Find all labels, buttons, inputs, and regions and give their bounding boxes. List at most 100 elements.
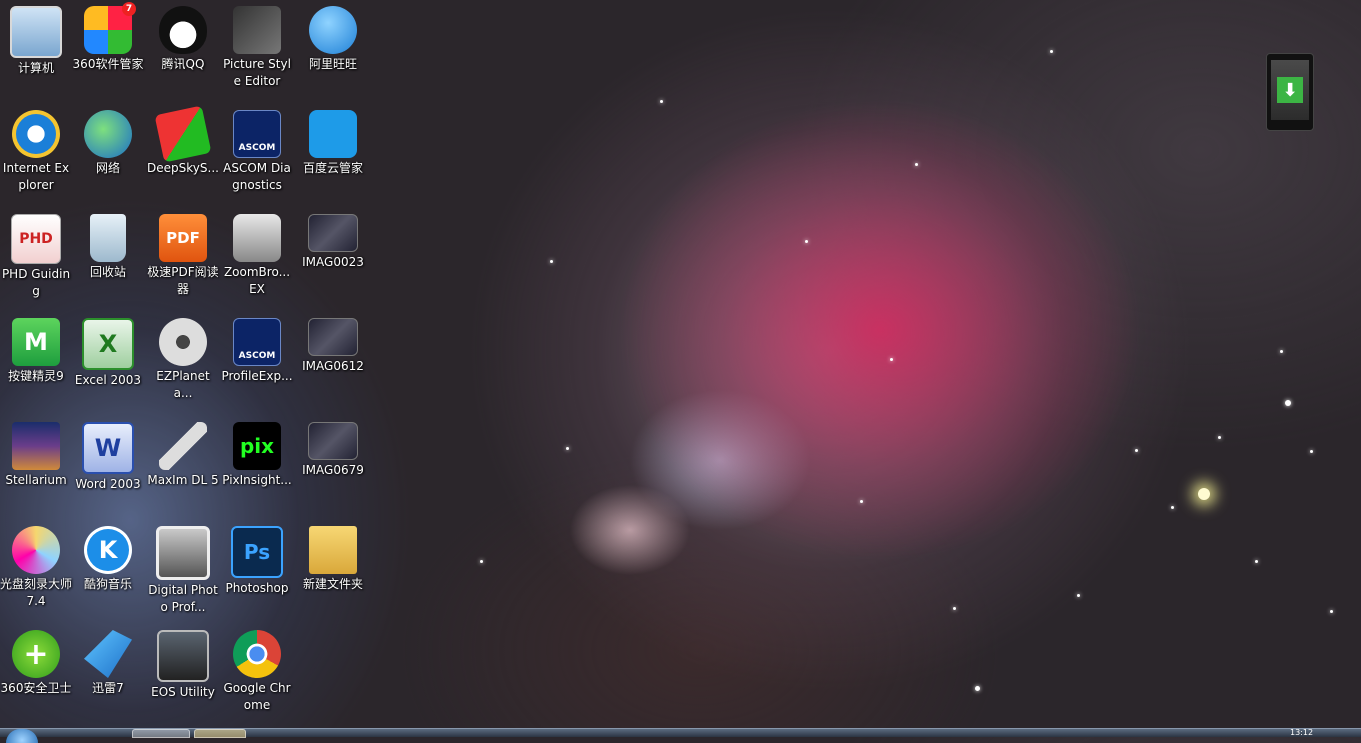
baidu-cloud-icon bbox=[309, 110, 357, 158]
desktop-shortcut[interactable]: MaxIm DL 5 bbox=[147, 422, 219, 489]
desktop-shortcut[interactable]: IMAG0612 bbox=[297, 318, 369, 375]
desktop-shortcut-label: EZPlaneta... bbox=[156, 369, 210, 400]
desktop-shortcut-label: Photoshop bbox=[225, 581, 289, 595]
computer-icon bbox=[10, 6, 62, 58]
desktop-shortcut[interactable]: 阿里旺旺 bbox=[297, 6, 369, 73]
desktop-shortcut-label: 阿里旺旺 bbox=[308, 57, 357, 71]
desktop-shortcut[interactable]: X Excel 2003 bbox=[72, 318, 144, 389]
desktop-shortcut-label: 百度云管家 bbox=[302, 161, 363, 175]
desktop-shortcut[interactable]: EZPlaneta... bbox=[147, 318, 219, 402]
icon-glyph-text: W bbox=[94, 434, 122, 462]
desktop-shortcut-label: 360安全卫士 bbox=[0, 681, 72, 695]
icon-glyph-text: ASCOM bbox=[238, 351, 276, 361]
desktop-shortcut[interactable]: 回收站 bbox=[72, 214, 144, 281]
pixinsight-icon: pix bbox=[233, 422, 281, 470]
stellarium-icon bbox=[12, 422, 60, 470]
image-thumbnail-icon bbox=[308, 318, 358, 356]
ascom-icon: ASCOM bbox=[233, 110, 281, 158]
image-thumbnail-icon bbox=[308, 214, 358, 252]
desktop-shortcut-label: IMAG0612 bbox=[302, 359, 364, 373]
recycle-bin-icon bbox=[90, 214, 126, 262]
taskbar-button[interactable] bbox=[194, 729, 246, 738]
desktop-shortcut[interactable]: 光盘刻录大师 7.4 bbox=[0, 526, 72, 610]
desktop-shortcut-label: Word 2003 bbox=[75, 477, 141, 491]
tray-clock[interactable]: 13:12 bbox=[1290, 729, 1330, 736]
desktop-shortcut-label: Internet Explorer bbox=[2, 161, 70, 192]
desktop-shortcut-label: 腾讯QQ bbox=[161, 57, 205, 71]
desktop-shortcut[interactable]: Google Chrome bbox=[221, 630, 293, 714]
desktop-shortcut[interactable]: PHD PHD Guiding bbox=[0, 214, 72, 300]
icon-glyph-text: ASCOM bbox=[238, 143, 276, 153]
desktop-shortcut[interactable]: IMAG0679 bbox=[297, 422, 369, 479]
360-security-icon: + bbox=[12, 630, 60, 678]
icon-glyph-text: K bbox=[98, 536, 118, 564]
desktop-shortcut[interactable]: ASCOM ProfileExp... bbox=[221, 318, 293, 385]
desktop-shortcut[interactable]: 新建文件夹 bbox=[297, 526, 369, 593]
desktop-shortcut[interactable]: 迅雷7 bbox=[72, 630, 144, 697]
desktop-shortcut[interactable]: 百度云管家 bbox=[297, 110, 369, 177]
desktop-shortcut-label: Stellarium bbox=[5, 473, 67, 487]
desktop-shortcut-label: 360软件管家 bbox=[72, 57, 144, 71]
desktop-shortcut[interactable]: PDF 极速PDF阅读器 bbox=[147, 214, 219, 298]
chrome-icon bbox=[233, 630, 281, 678]
desktop-shortcut[interactable]: Ps Photoshop bbox=[221, 526, 293, 597]
zoombrowser-camera-icon bbox=[233, 214, 281, 262]
desktop-shortcut-label: 网络 bbox=[95, 161, 120, 175]
desktop-shortcut-label: ASCOM Diagnostics bbox=[223, 161, 291, 192]
phone-download-widget[interactable]: ⬇ bbox=[1266, 53, 1314, 131]
word-icon: W bbox=[82, 422, 134, 474]
desktop-shortcut-label: 计算机 bbox=[17, 61, 54, 75]
desktop-shortcut-label: 酷狗音乐 bbox=[83, 577, 132, 591]
icon-glyph-text: Ps bbox=[243, 540, 271, 564]
desktop-shortcut-label: 回收站 bbox=[89, 265, 126, 279]
desktop-shortcut[interactable]: W Word 2003 bbox=[72, 422, 144, 493]
desktop-shortcut[interactable]: pix PixInsight... bbox=[221, 422, 293, 489]
desktop-shortcut[interactable]: Picture Style Editor bbox=[221, 6, 293, 90]
desktop-shortcut-label: IMAG0023 bbox=[302, 255, 364, 269]
desktop-shortcut-label: IMAG0679 bbox=[302, 463, 364, 477]
desktop-shortcut-label: Digital Photo Prof... bbox=[148, 583, 218, 614]
desktop-shortcut[interactable]: 计算机 bbox=[0, 6, 72, 77]
eos-utility-icon bbox=[157, 630, 209, 682]
desktop-shortcut[interactable]: IMAG0023 bbox=[297, 214, 369, 271]
bright-star bbox=[1198, 488, 1210, 500]
desktop-shortcut[interactable]: Digital Photo Prof... bbox=[147, 526, 219, 616]
desktop-shortcut[interactable]: Stellarium bbox=[0, 422, 72, 489]
desktop-shortcut[interactable]: K 酷狗音乐 bbox=[72, 526, 144, 593]
desktop-shortcut-label: Google Chrome bbox=[223, 681, 291, 712]
desktop-shortcut-label: 迅雷7 bbox=[92, 681, 124, 695]
icon-glyph-text: PHD bbox=[19, 231, 53, 247]
desktop-shortcut[interactable]: +360安全卫士 bbox=[0, 630, 72, 697]
desktop-shortcut-label: EOS Utility bbox=[151, 685, 215, 699]
kugou-music-icon: K bbox=[84, 526, 132, 574]
internet-explorer-icon bbox=[12, 110, 60, 158]
phone-screen: ⬇ bbox=[1271, 60, 1309, 120]
desktop-shortcut-label: Picture Style Editor bbox=[223, 57, 291, 88]
aliwangwang-icon bbox=[309, 6, 357, 54]
telescope-icon bbox=[159, 422, 207, 470]
excel-icon: X bbox=[82, 318, 134, 370]
image-thumbnail-icon bbox=[308, 422, 358, 460]
pdf-reader-icon: PDF bbox=[159, 214, 207, 262]
desktop-shortcut-label: 极速PDF阅读器 bbox=[147, 265, 219, 296]
desktop-shortcut[interactable]: ZoomBro... EX bbox=[221, 214, 293, 298]
desktop-shortcut[interactable]: M 按键精灵9 bbox=[0, 318, 72, 385]
desktop-shortcut-label: 光盘刻录大师 7.4 bbox=[0, 577, 73, 608]
desktop-shortcut[interactable]: Internet Explorer bbox=[0, 110, 72, 194]
desktop-shortcut[interactable]: 腾讯QQ bbox=[147, 6, 219, 73]
360-software-manager-icon: 7 bbox=[84, 2, 136, 54]
desktop-shortcut[interactable]: DeepSkyS... bbox=[147, 105, 219, 177]
qq-penguin-icon bbox=[159, 6, 207, 54]
xunlei-bird-icon bbox=[84, 630, 132, 678]
taskbar-button[interactable] bbox=[132, 729, 190, 738]
desktop-shortcut[interactable]: 7 360软件管家 bbox=[72, 2, 144, 73]
download-arrow-icon: ⬇ bbox=[1277, 77, 1303, 103]
desktop-shortcut-label: DeepSkyS... bbox=[147, 161, 219, 175]
desktop-shortcut[interactable]: ASCOM ASCOM Diagnostics bbox=[221, 110, 293, 194]
icon-glyph-text: + bbox=[23, 636, 49, 672]
desktop-shortcut[interactable]: EOS Utility bbox=[147, 630, 219, 701]
film-reel-icon bbox=[159, 318, 207, 366]
desktop-shortcut-label: ProfileExp... bbox=[221, 369, 293, 383]
desktop-shortcut-label: PixInsight... bbox=[222, 473, 292, 487]
desktop-shortcut[interactable]: 网络 bbox=[72, 110, 144, 177]
